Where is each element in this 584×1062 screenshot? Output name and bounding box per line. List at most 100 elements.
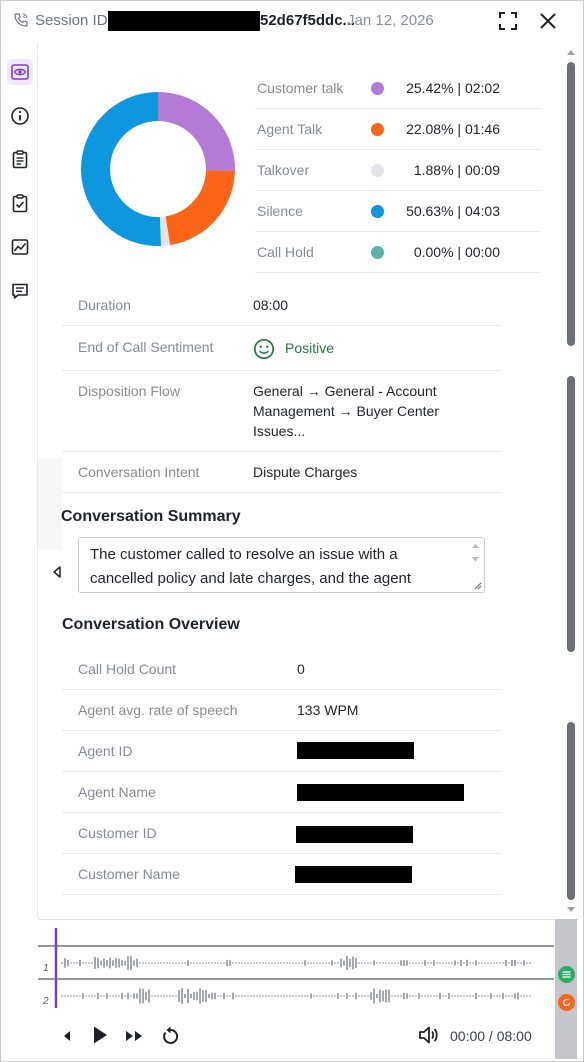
legend-color-dot (371, 204, 384, 218)
nav-info[interactable] (7, 103, 33, 129)
overview-label: Customer Name (78, 866, 180, 882)
track-1-label: 1 (43, 963, 49, 974)
legend-row: Call Hold 0.00% | 00:00 (255, 232, 540, 273)
collapse-arrow-icon[interactable] (52, 566, 62, 578)
scroll-down-icon[interactable] (566, 906, 576, 914)
fast-forward-icon[interactable] (124, 1028, 146, 1044)
message-icon (12, 283, 28, 299)
disposition-line-3: Issues... (253, 423, 306, 439)
overview-label: Agent Name (78, 784, 156, 800)
donut-slice-silence[interactable] (80, 92, 162, 246)
detail-row-disposition: Disposition Flow General → General - Acc… (62, 371, 500, 452)
line-chart-icon (11, 239, 29, 255)
scroll-up-icon[interactable] (566, 48, 576, 56)
session-date: Jan 12, 2026 (347, 12, 434, 29)
legend-value: 22.08% | 01:46 (406, 121, 500, 137)
summary-text: The customer called to resolve an issue … (90, 546, 412, 587)
overview-row-speech-rate: Agent avg. rate of speech 133 WPM (62, 690, 500, 731)
panel-header: Session ID: 52d67f5ddc... Jan 12, 2026 (1, 1, 581, 41)
overview-label: Agent avg. rate of speech (78, 702, 238, 718)
phone-icon (14, 13, 28, 27)
player-side-panel (555, 919, 577, 1059)
waveform-track-2 (61, 988, 531, 1004)
legend-value: 50.63% | 04:03 (406, 203, 500, 219)
redacted-session-id (108, 11, 260, 31)
replay-icon[interactable] (161, 1024, 181, 1046)
scrollbar-thumb[interactable] (567, 376, 575, 652)
overview-label: Customer ID (78, 825, 157, 841)
smile-icon (253, 338, 275, 360)
rail-collapse-track (38, 458, 62, 550)
legend-label: Customer talk (257, 80, 344, 96)
nav-notes[interactable] (7, 146, 33, 172)
legend-row: Silence 50.63% | 04:03 (255, 191, 540, 232)
eye-icon (11, 64, 29, 80)
legend-color-dot (371, 245, 384, 259)
legend-row: Talkover 1.88% | 00:09 (255, 150, 540, 191)
nav-transcript[interactable] (7, 278, 33, 304)
overview-row-hold-count: Call Hold Count 0 (62, 649, 500, 690)
headset-icon (562, 971, 571, 978)
clipboard-icon (12, 150, 28, 169)
session-id-label: Session ID: (35, 12, 112, 29)
summary-textarea[interactable]: The customer called to resolve an issue … (78, 537, 485, 593)
resize-handle-icon[interactable] (472, 580, 482, 590)
detail-row-intent: Conversation Intent Dispute Charges (62, 452, 500, 493)
expand-icon[interactable] (498, 11, 518, 31)
disposition-line-1: General → General - Account (253, 383, 437, 399)
overview-row-customer-id: Customer ID (62, 813, 500, 854)
legend-value: 1.88% | 00:09 (413, 162, 500, 178)
track-2-label: 2 (43, 996, 49, 1007)
nav-analytics[interactable] (7, 234, 33, 260)
intent-label: Conversation Intent (78, 464, 200, 480)
disposition-label: Disposition Flow (78, 383, 180, 399)
info-icon (11, 107, 29, 125)
scroll-up-icon[interactable] (471, 542, 480, 549)
sentiment-label: End of Call Sentiment (78, 339, 214, 355)
detail-row-duration: Duration 08:00 (62, 285, 500, 326)
summary-title: Conversation Summary (61, 508, 241, 525)
intent-value: Dispute Charges (253, 464, 358, 480)
legend-color-dot (371, 122, 384, 136)
overview-label: Agent ID (78, 743, 133, 759)
skip-back-icon[interactable] (61, 1029, 73, 1043)
overview-row-agent-id: Agent ID (62, 731, 500, 772)
close-icon[interactable] (538, 11, 558, 31)
overview-row-customer-name: Customer Name (62, 854, 500, 895)
nav-overview[interactable] (7, 59, 33, 85)
legend-row: Customer talk 25.42% | 02:02 (255, 68, 540, 109)
customer-track-icon[interactable] (558, 994, 575, 1011)
sentiment-value: Positive (285, 340, 335, 356)
talk-time-donut-chart (80, 92, 236, 246)
scrollbar-thumb[interactable] (567, 722, 575, 900)
refresh-icon (562, 998, 571, 1007)
redacted-customer-name (295, 866, 412, 883)
overview-value: 133 WPM (297, 702, 359, 718)
side-nav-rail (1, 42, 38, 918)
volume-icon[interactable] (418, 1025, 440, 1045)
redacted-agent-name (297, 784, 464, 801)
overview-label: Call Hold Count (78, 661, 177, 677)
audio-waveform[interactable] (38, 928, 556, 1008)
playback-time: 00:00 / 08:00 (450, 1028, 532, 1044)
legend-value: 25.42% | 02:02 (406, 80, 500, 96)
overview-row-agent-name: Agent Name (62, 772, 500, 813)
scrollbar-thumb[interactable] (567, 62, 575, 346)
donut-slice-customer-talk[interactable] (158, 92, 236, 172)
donut-slice-agent-talk[interactable] (165, 170, 235, 246)
legend-label: Agent Talk (257, 121, 323, 137)
nav-checklist[interactable] (7, 190, 33, 216)
detail-row-sentiment: End of Call Sentiment Positive (62, 326, 500, 371)
session-id-value[interactable]: 52d67f5ddc... (260, 12, 355, 29)
play-icon[interactable] (91, 1025, 109, 1045)
redacted-customer-id (296, 826, 413, 843)
waveform-track-1 (61, 956, 531, 970)
scroll-down-icon[interactable] (471, 556, 480, 563)
disposition-line-2: Management → Buyer Center (253, 403, 439, 419)
legend-color-dot (371, 163, 384, 177)
legend-label: Call Hold (257, 244, 314, 260)
agent-track-icon[interactable] (558, 966, 575, 983)
duration-value: 08:00 (253, 297, 289, 313)
legend-label: Silence (257, 203, 303, 219)
redacted-agent-id (297, 742, 414, 759)
